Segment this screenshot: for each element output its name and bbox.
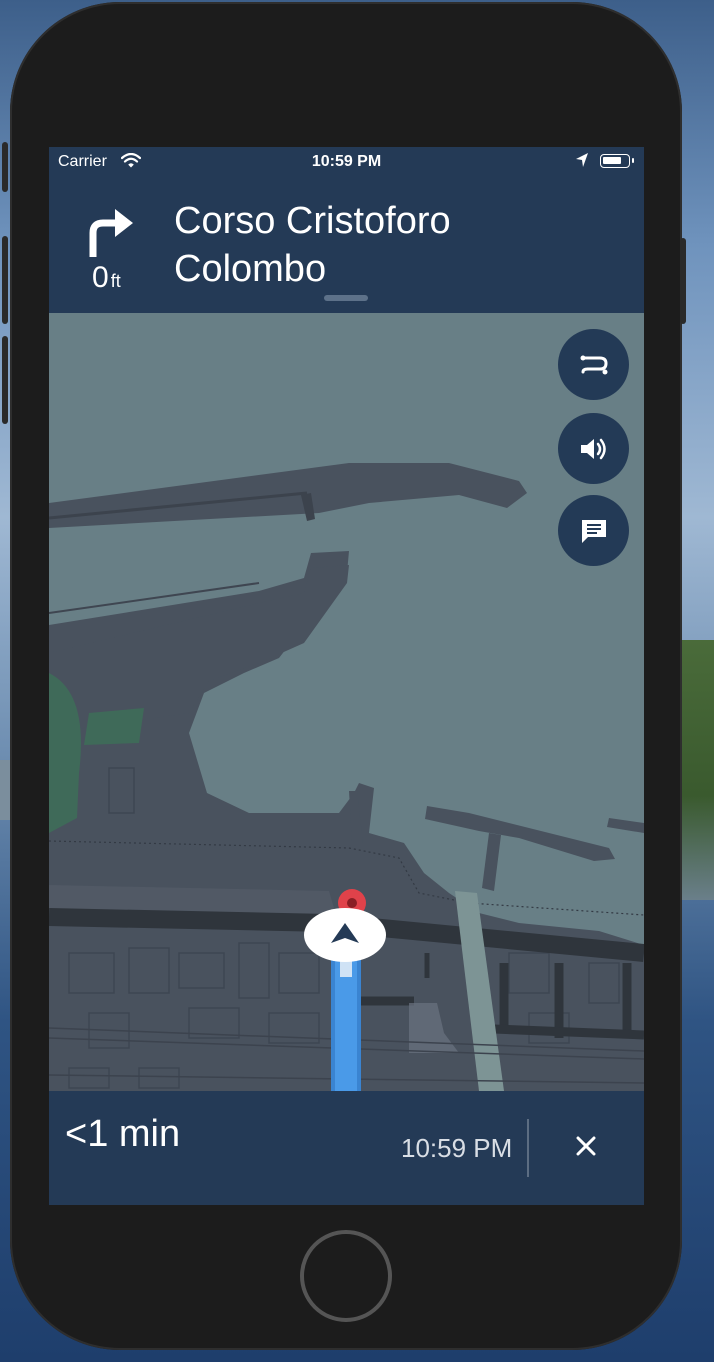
location-arrow-icon xyxy=(575,152,589,173)
routes-overview-button[interactable] xyxy=(558,329,629,400)
volume-down-button xyxy=(2,336,8,424)
power-button xyxy=(680,238,686,324)
volume-up-button xyxy=(2,236,8,324)
maneuver-banner[interactable]: 0 ft Corso Cristoforo Colombo xyxy=(49,177,644,313)
battery-icon xyxy=(600,154,634,168)
sound-button[interactable] xyxy=(558,413,629,484)
home-button[interactable] xyxy=(300,1230,392,1322)
user-location-puck xyxy=(304,908,386,962)
trip-summary-bar[interactable]: <1 min 10:59 PM xyxy=(49,1091,644,1205)
distance-to-maneuver: 0 ft xyxy=(92,261,121,295)
remaining-duration: <1 min xyxy=(65,1113,181,1155)
street-name: Corso Cristoforo Colombo xyxy=(174,200,451,290)
map-canvas xyxy=(49,313,644,1091)
status-time: 10:59 PM xyxy=(311,153,382,170)
close-icon xyxy=(576,1136,596,1156)
route-line xyxy=(331,953,361,1091)
phone-screen: Carrier 10:59 PM 0 ft Corso Cristoforo Co… xyxy=(49,147,644,1205)
feedback-button[interactable] xyxy=(558,495,629,566)
distance-unit: ft xyxy=(110,271,121,291)
route-icon xyxy=(580,355,608,374)
mute-switch xyxy=(2,142,8,192)
speaker-icon xyxy=(580,438,606,459)
drag-handle[interactable] xyxy=(324,295,368,301)
turn-right-arrow-icon xyxy=(83,203,139,259)
status-bar: Carrier 10:59 PM xyxy=(49,147,644,177)
map-view[interactable] xyxy=(49,313,644,1091)
arrival-time: 10:59 PM xyxy=(401,1133,513,1163)
end-navigation-button[interactable] xyxy=(561,1117,611,1175)
divider xyxy=(527,1119,529,1177)
message-icon xyxy=(581,519,606,543)
distance-value: 0 xyxy=(92,261,109,294)
